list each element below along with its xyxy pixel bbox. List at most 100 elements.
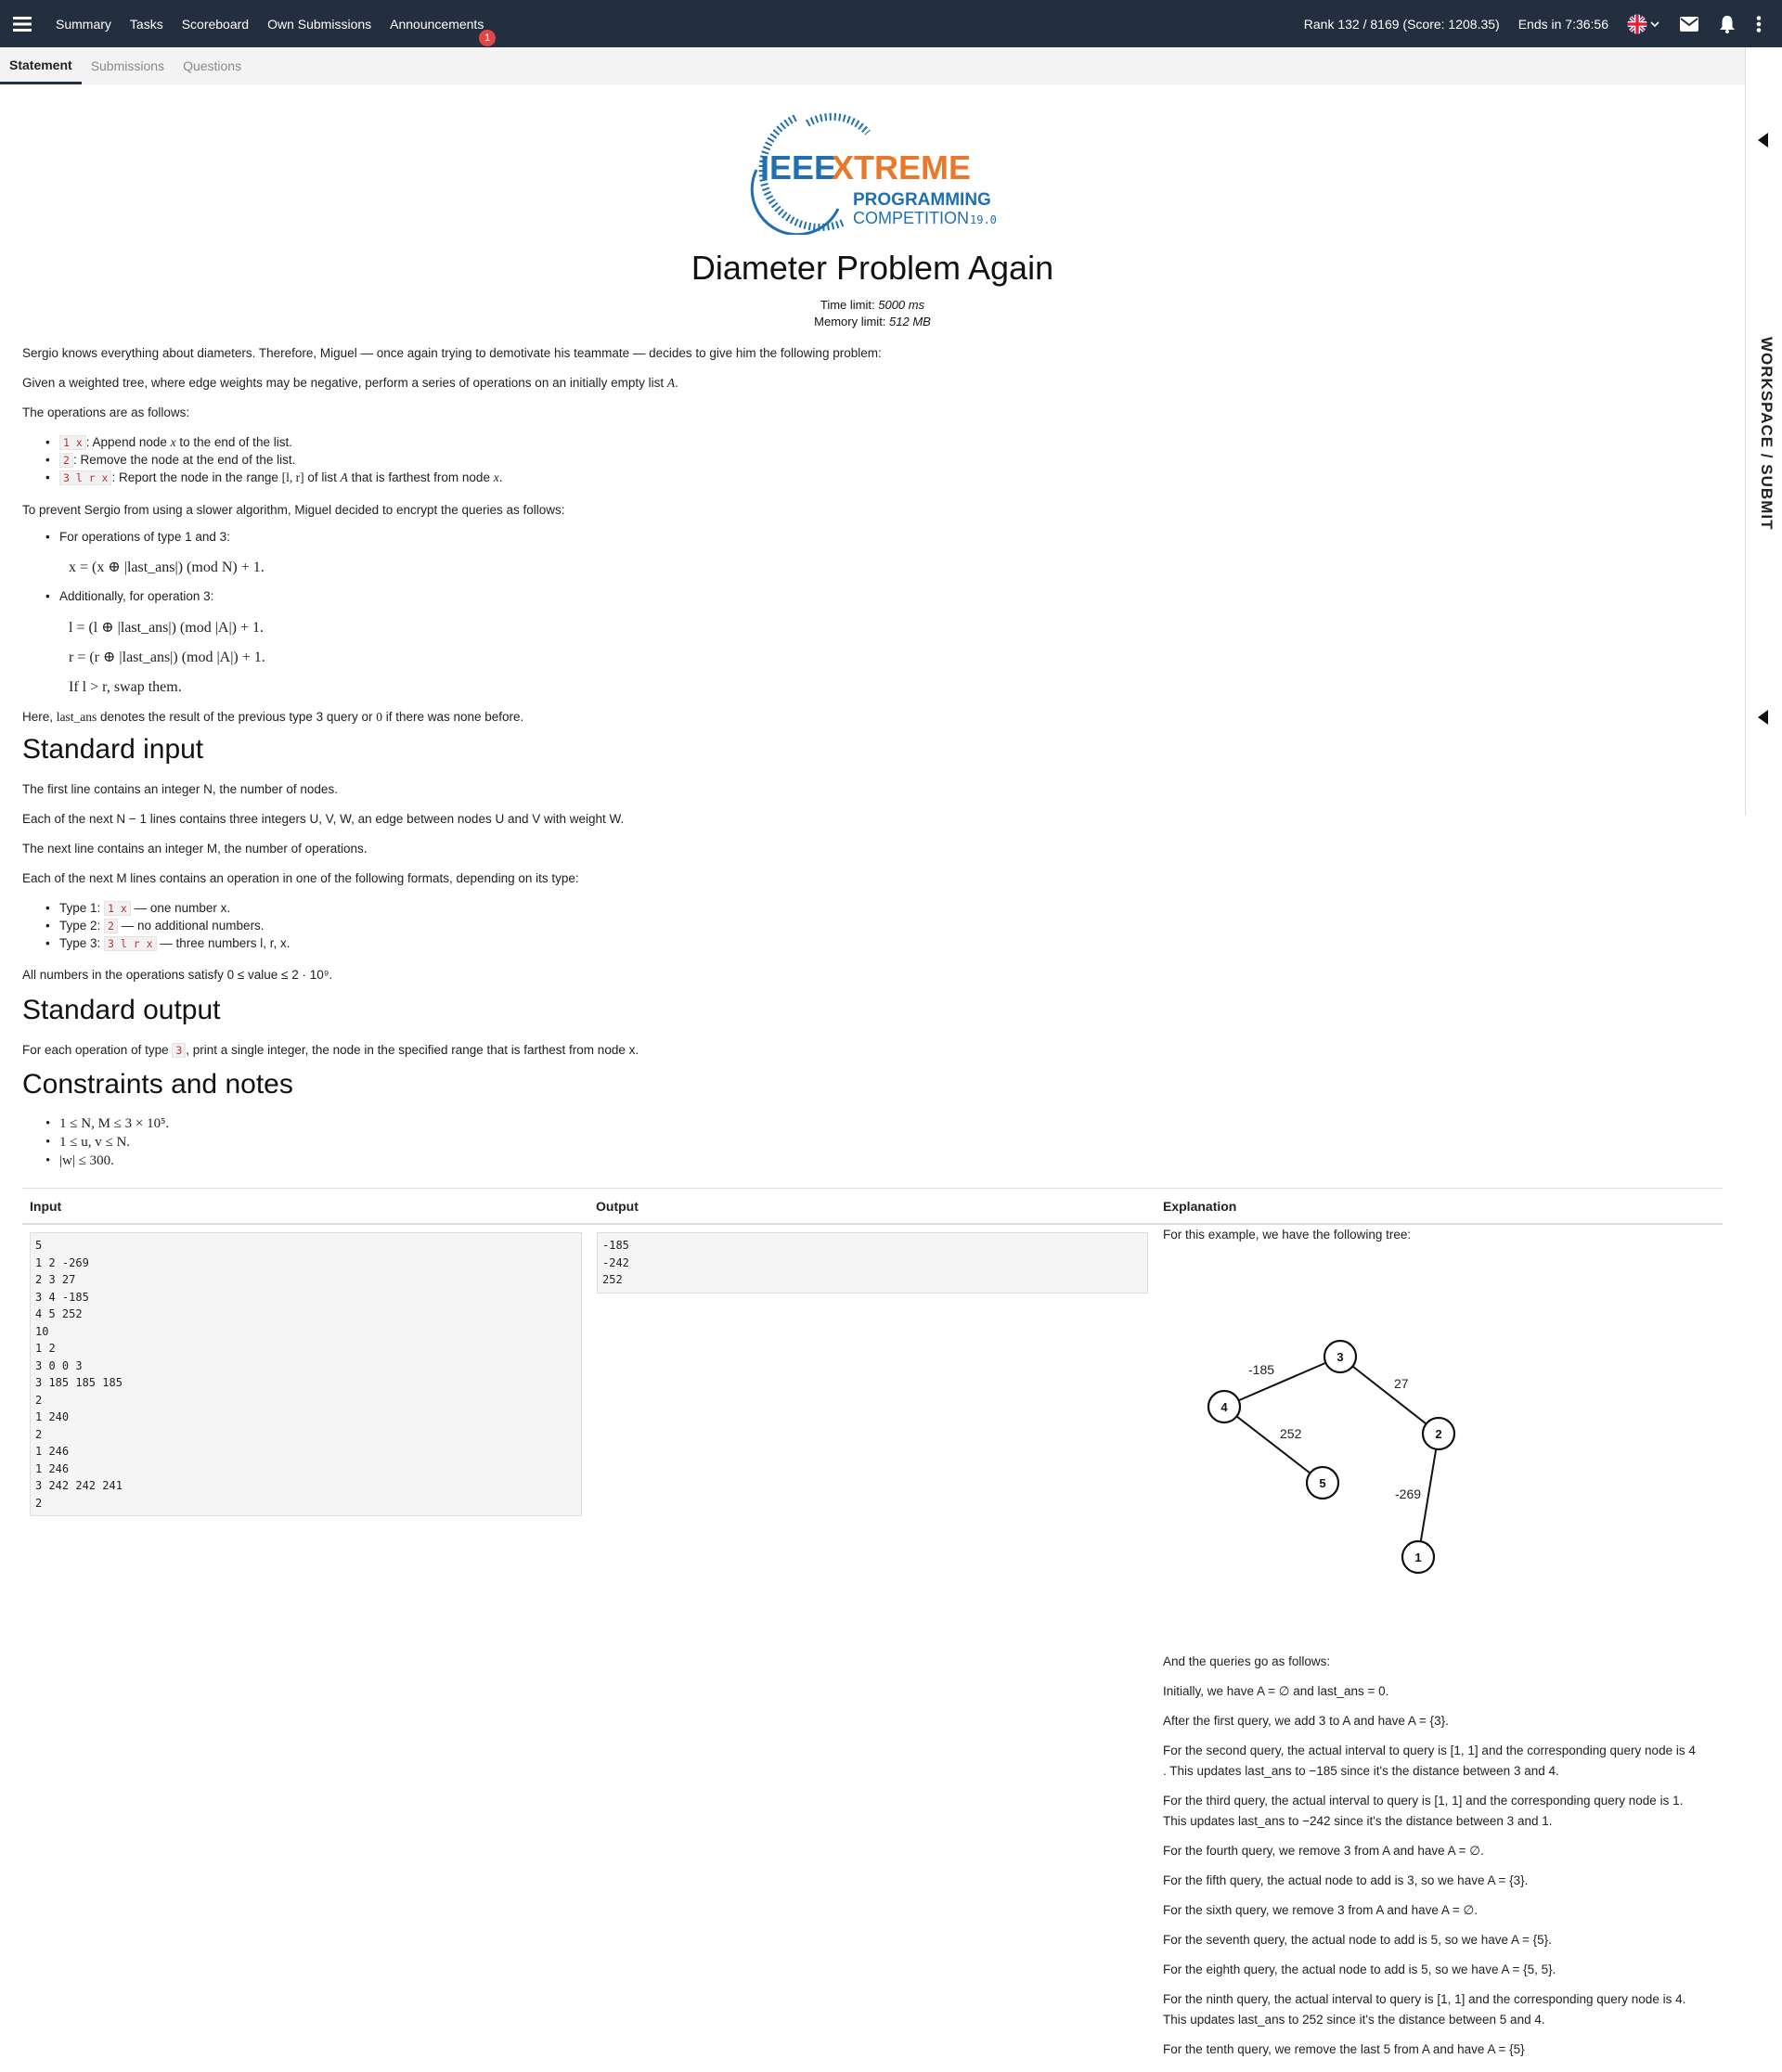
problem-title: Diameter Problem Again <box>691 249 1054 287</box>
explanation-line: For the seventh query, the actual node t… <box>1163 1933 1552 1947</box>
constraints-heading: Constraints and notes <box>22 1069 293 1100</box>
more-vertical-icon[interactable] <box>1756 15 1762 32</box>
nav-announcements-label: Announcements <box>390 16 484 32</box>
explanation-line: And the queries go as follows: <box>1163 1654 1331 1668</box>
input-line-4: Each of the next M lines contains an ope… <box>22 871 579 885</box>
explanation-intro: For this example, we have the following … <box>1163 1228 1412 1242</box>
explanation-line: For the tenth query, we remove the last … <box>1163 2042 1525 2056</box>
rank-score: Rank 132 / 8169 (Score: 1208.35) <box>1303 16 1500 32</box>
top-navigation-bar: Summary Tasks Scoreboard Own Submissions… <box>0 0 1782 47</box>
edge-label-2-1: -269 <box>1395 1486 1421 1501</box>
operation-1: 1 x: Append node x to the end of the lis… <box>45 434 292 451</box>
output-line: For each operation of type 3, print a si… <box>22 1043 639 1058</box>
svg-text:COMPETITION: COMPETITION <box>853 209 969 227</box>
nav-own-submissions[interactable]: Own Submissions <box>267 17 371 32</box>
operations-intro: The operations are as follows: <box>22 405 190 419</box>
header-output: Output <box>596 1199 639 1214</box>
top-right-area: Rank 132 / 8169 (Score: 1208.35) Ends in… <box>1304 0 1782 47</box>
standard-output-heading: Standard output <box>22 995 221 1025</box>
input-line-2: Each of the next N − 1 lines contains th… <box>22 812 625 826</box>
node-label-3: 3 <box>1336 1350 1343 1364</box>
edge-label-3-2: 27 <box>1394 1376 1409 1391</box>
explanation-line: For the sixth query, we remove 3 from A … <box>1163 1903 1479 1917</box>
problem-limits: Time limit: 5000 ms Memory limit: 512 MB <box>0 297 1745 330</box>
example-input-box[interactable]: 5 1 2 -269 2 3 27 3 4 -185 4 5 252 10 1 … <box>30 1232 582 1516</box>
input-value-range: All numbers in the operations satisfy 0 … <box>22 968 333 982</box>
explanation-line: For the fifth query, the actual node to … <box>1163 1873 1529 1887</box>
explanation-line: For the third query, the actual interval… <box>1163 1794 1684 1808</box>
announcements-badge: 1 <box>479 29 497 46</box>
edge-label-3-4: -185 <box>1248 1362 1274 1377</box>
node-label-4: 4 <box>1220 1400 1228 1414</box>
example-table-header: Input Output Explanation <box>22 1188 1723 1225</box>
operation-2: 2: Remove the node at the end of the lis… <box>45 452 295 469</box>
example-input: 5 1 2 -269 2 3 27 3 4 -185 4 5 252 10 1 … <box>35 1239 123 1510</box>
menu-icon[interactable] <box>0 0 45 47</box>
statement-intro: Sergio knows everything about diameters.… <box>22 346 882 360</box>
nav-summary[interactable]: Summary <box>56 17 111 32</box>
input-line-1: The first line contains an integer N, th… <box>22 782 338 796</box>
example-output-box[interactable]: -185 -242 252 <box>597 1232 1148 1293</box>
edge-label-4-5: 252 <box>1280 1426 1302 1441</box>
constraint-3: |w| ≤ 300. <box>45 1152 114 1169</box>
explanation-line: For the fourth query, we remove 3 from A… <box>1163 1844 1484 1858</box>
uk-flag-icon <box>1627 14 1647 33</box>
standard-input-heading: Standard input <box>22 734 204 765</box>
collapse-caret-icon[interactable] <box>1758 133 1768 148</box>
node-label-1: 1 <box>1414 1551 1421 1564</box>
encryption-intro: To prevent Sergio from using a slower al… <box>22 503 565 517</box>
formula-l: l = (l ⊕ |last_ans|) (mod |A|) + 1. <box>69 620 265 636</box>
statement-given: Given a weighted tree, where edge weight… <box>22 376 678 390</box>
example-output: -185 -242 252 <box>602 1239 629 1286</box>
node-label-5: 5 <box>1319 1476 1325 1490</box>
workspace-submit-toggle[interactable]: WORKSPACE / SUBMIT <box>1751 337 1777 532</box>
nav-announcements[interactable]: Announcements 1 <box>390 16 497 46</box>
problem-tabs: Statement Submissions Questions <box>0 47 1745 84</box>
explanation-line: For the eighth query, the actual node to… <box>1163 1963 1556 1976</box>
constraint-1: 1 ≤ N, M ≤ 3 × 10⁵. <box>45 1115 169 1132</box>
workspace-sidebar[interactable]: WORKSPACE / SUBMIT <box>1745 47 1782 816</box>
time-limit: Time limit: 5000 ms <box>820 298 925 312</box>
edge-3-4 <box>1223 1356 1341 1408</box>
header-explanation: Explanation <box>1163 1199 1237 1214</box>
operation-3: 3 l r x: Report the node in the range [l… <box>45 470 502 486</box>
svg-text:PROGRAMMING: PROGRAMMING <box>853 190 991 210</box>
svg-text:19.0: 19.0 <box>970 213 997 226</box>
tab-statement[interactable]: Statement <box>0 47 82 84</box>
explanation-line: After the first query, we add 3 to A and… <box>1163 1714 1449 1728</box>
input-type-2: Type 2: 2 — no additional numbers. <box>45 918 265 934</box>
tree-diagram: -185 27 252 -269 3 4 2 5 1 <box>1207 1339 1456 1575</box>
explanation-line: . This updates last_ans to −185 since it… <box>1163 1764 1559 1778</box>
edge-4-5 <box>1223 1406 1324 1484</box>
explanation-line: This updates last_ans to −242 since it's… <box>1163 1814 1553 1828</box>
expand-caret-icon[interactable] <box>1758 710 1768 725</box>
input-line-3: The next line contains an integer M, the… <box>22 842 368 856</box>
memory-limit: Memory limit: 512 MB <box>814 315 931 328</box>
language-selector[interactable] <box>1627 14 1659 34</box>
svg-text:XTREME: XTREME <box>832 148 971 187</box>
constraint-2: 1 ≤ u, v ≤ N. <box>45 1134 130 1151</box>
encryption-type13: For operations of type 1 and 3: <box>45 529 230 546</box>
explanation-line: For the ninth query, the actual interval… <box>1163 1992 1686 2006</box>
last-ans-note: Here, last_ans denotes the result of the… <box>22 710 524 724</box>
input-type-1: Type 1: 1 x — one number x. <box>45 900 230 917</box>
edge-3-2 <box>1339 1356 1440 1435</box>
tab-submissions[interactable]: Submissions <box>82 47 174 84</box>
contest-timer: Ends in 7:36:56 <box>1517 16 1608 32</box>
nav-tasks[interactable]: Tasks <box>130 17 163 32</box>
workspace-label: WORKSPACE / SUBMIT <box>1758 337 1776 531</box>
explanation-line: Initially, we have A = ∅ and last_ans = … <box>1163 1684 1389 1698</box>
input-type-3: Type 3: 3 l r x — three numbers l, r, x. <box>45 935 291 952</box>
tab-questions[interactable]: Questions <box>174 47 251 84</box>
chevron-down-icon <box>1650 20 1659 27</box>
formula-swap: If l > r, swap them. <box>69 679 182 695</box>
nav-scoreboard[interactable]: Scoreboard <box>182 17 249 32</box>
node-label-2: 2 <box>1435 1427 1441 1441</box>
ieeextreme-logo: IEEE XTREME PROGRAMMING COMPETITION 19.0 <box>738 105 1007 237</box>
edge-2-1 <box>1417 1433 1440 1558</box>
mail-icon[interactable] <box>1680 16 1698 32</box>
explanation-line: This updates last_ans to 252 since it's … <box>1163 2013 1545 2027</box>
header-input: Input <box>30 1199 62 1214</box>
encryption-type3: Additionally, for operation 3: <box>45 588 213 605</box>
bell-icon[interactable] <box>1719 15 1736 33</box>
